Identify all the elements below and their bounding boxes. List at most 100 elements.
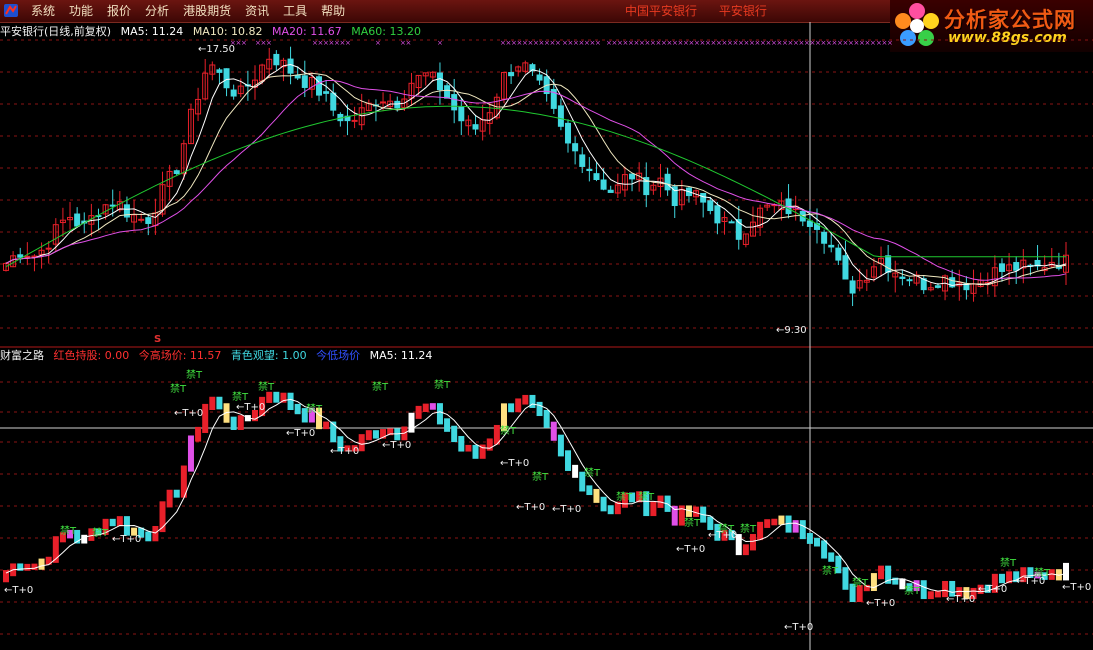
indicator-bar-111: [792, 520, 799, 533]
indicator-bar-45: [323, 421, 330, 430]
indicator-bar-68: [486, 438, 493, 451]
indicator-bar-73: [522, 394, 529, 405]
signal-x-mark-9: ×: [887, 39, 893, 47]
ban-t-label-19: 禁T: [904, 586, 921, 597]
indicator-bar-123: [878, 565, 885, 580]
ban-t-label-7: 禁T: [372, 382, 389, 393]
candle-body-49: [351, 119, 358, 122]
indicator-bar-27: [195, 426, 202, 442]
indicator-bar-26: [187, 435, 194, 472]
ban-t-label-13: 禁T: [638, 492, 655, 503]
candle-body-84: [600, 179, 607, 190]
candle-body-31: [223, 68, 230, 89]
chart-area[interactable]: × × × × × × × × × × × × × × × × × × × × × × × × × × × × × × × × × × × × × × × ×…: [0, 22, 1093, 650]
ban-t-label-1: 禁T: [60, 526, 77, 537]
candle-body-82: [586, 168, 593, 172]
t0-label-5: ←T+0: [330, 446, 360, 457]
legend-low: 今低场价: [316, 349, 361, 362]
t0-label-6: ←T+0: [382, 440, 412, 451]
t0-label-4: ←T+0: [286, 428, 316, 439]
menu-item-1[interactable]: 功能: [62, 0, 100, 22]
indicator-bar-109: [778, 515, 785, 525]
indicator-bar-5: [38, 558, 45, 570]
signal-x-mark-7: ×: [595, 39, 601, 47]
candle-body-83: [593, 173, 600, 180]
t0-label-3: ←T+0: [236, 402, 266, 413]
t0-label-12: ←T+0: [784, 622, 814, 633]
candle-body-30: [216, 69, 223, 73]
candle-body-117: [835, 247, 842, 261]
legend-red: 红色持股: 0.00: [53, 349, 130, 362]
indicator-bar-60: [429, 403, 436, 410]
signal-x-mark-0: ×: [241, 39, 247, 47]
indicator-bar-15: [109, 518, 116, 527]
menu-item-5[interactable]: 资讯: [238, 0, 276, 22]
indicator-bar-23: [166, 489, 173, 508]
indicator-bar-94: [671, 505, 678, 526]
indicator-bar-61: [436, 403, 443, 425]
menu-item-4[interactable]: 港股期货: [176, 0, 238, 22]
candle-body-81: [579, 154, 586, 167]
ban-t-label-16: 禁T: [740, 524, 757, 535]
menu-item-6[interactable]: 工具: [276, 0, 314, 22]
legend-cyan: 青色观望: 1.00: [230, 349, 307, 362]
indicator-bar-99: [707, 516, 714, 530]
t0-label-0: ←T+0: [4, 585, 34, 596]
t0-label-11: ←T+0: [708, 530, 738, 541]
indicator-bar-16: [116, 516, 123, 527]
ban-t-label-18: 禁T: [852, 578, 869, 589]
signal-x-mark-3: ×: [375, 39, 381, 47]
menu-item-3[interactable]: 分析: [138, 0, 176, 22]
indicator-bar-77: [550, 421, 557, 441]
indicator-bar-108: [771, 518, 778, 526]
indicator-bar-50: [358, 434, 365, 452]
candle-body-119: [849, 280, 856, 294]
candle-body-142: [1013, 262, 1020, 271]
indicator-bar-4: [31, 563, 38, 570]
indicator-bar-52: [372, 430, 379, 439]
ban-t-label-0: 禁T: [186, 370, 203, 381]
candle-body-20: [145, 217, 152, 224]
ban-t-label-14: 禁T: [684, 518, 701, 529]
indicator-bar-58: [415, 405, 422, 419]
candle-body-40: [287, 58, 294, 74]
indicator-bar-64: [458, 435, 465, 452]
signal-x-mark-5: ×: [437, 39, 443, 47]
signal-x-mark-1: ×: [266, 39, 272, 47]
candle-body-24: [173, 170, 180, 175]
t0-label-2: ←T+0: [174, 408, 204, 419]
indicator-bar-51: [365, 430, 372, 441]
indicator-bar-140: [998, 573, 1005, 584]
indicator-bar-3: [24, 563, 31, 571]
indicator-bar-79: [565, 450, 572, 471]
indicator-bar-71: [508, 403, 515, 413]
indicator-name: 财富之路: [0, 349, 44, 362]
menu-item-0[interactable]: 系统: [24, 0, 62, 22]
ban-t-label-3: 禁T: [170, 384, 187, 395]
candle-body-100: [714, 205, 721, 224]
legend-ma10: MA10: 10.82: [192, 25, 263, 38]
menu-item-7[interactable]: 帮助: [314, 0, 352, 22]
candle-body-38: [273, 53, 280, 66]
candle-body-88: [629, 173, 636, 180]
candle-body-71: [508, 72, 515, 77]
indicator-bar-29: [209, 396, 216, 411]
legend-ma5-bottom: MA5: 11.24: [369, 349, 433, 362]
candle-body-79: [565, 122, 572, 144]
indicator-bar-83: [593, 488, 600, 503]
menu-item-2[interactable]: 报价: [100, 0, 138, 22]
ma5-line: [5, 63, 1067, 287]
t0-label-14: ←T+0: [946, 594, 976, 605]
menu-items: 系统 功能 报价 分析 港股期货 资讯 工具 帮助: [24, 0, 352, 22]
menu-status: 中国平安银行 平安银行: [625, 0, 785, 22]
candle-body-93: [664, 173, 671, 191]
indicator-bar-106: [757, 521, 764, 541]
candle-body-61: [436, 72, 443, 91]
candle-body-113: [806, 220, 813, 227]
candle-body-6: [45, 247, 52, 250]
indicator-bar-66: [472, 444, 479, 459]
ban-t-label-17: 禁T: [822, 566, 839, 577]
status-text-1: 中国平安银行: [625, 4, 698, 18]
indicator-bar-82: [586, 485, 593, 496]
ban-t-label-5: 禁T: [258, 382, 275, 393]
